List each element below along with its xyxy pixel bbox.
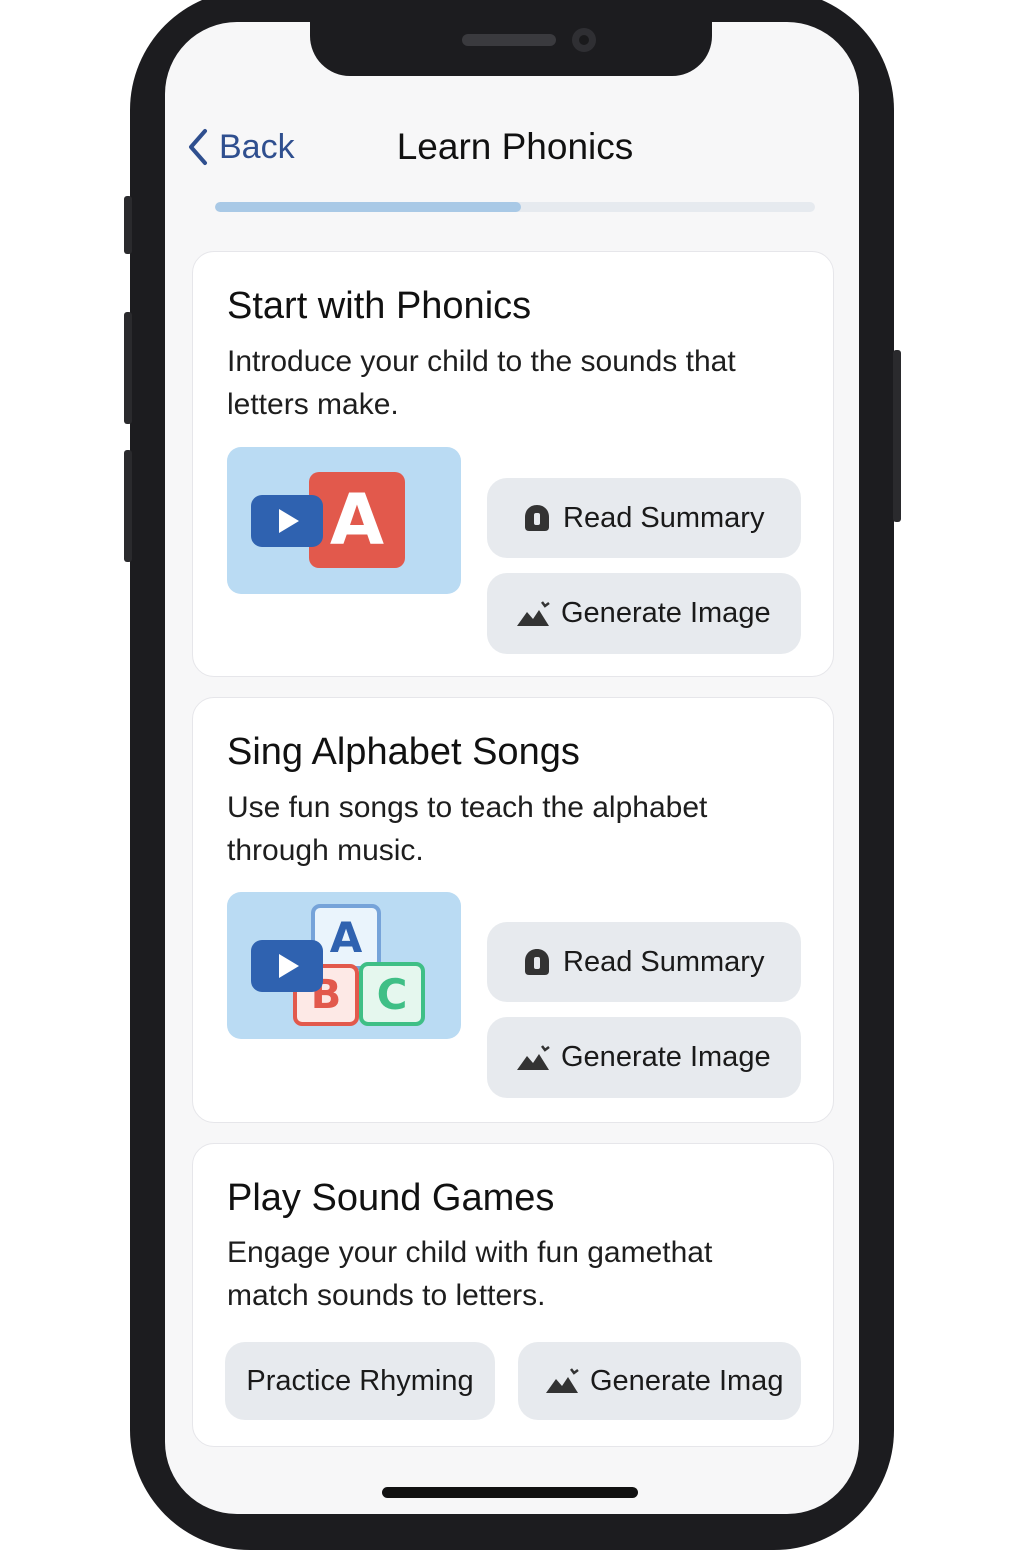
image-icon [538, 1367, 586, 1395]
card-description: Introduce your child to the sounds that … [227, 345, 736, 421]
read-summary-button[interactable]: Read Summary [487, 478, 801, 558]
button-label: Read Summary [563, 945, 765, 978]
letter-block-a: A [309, 472, 405, 568]
button-label: Practice Rhyming [246, 1364, 474, 1397]
chevron-left-icon [189, 129, 207, 165]
card-title: Play Sound Games [227, 1177, 555, 1219]
card-title: Start with Phonics [227, 285, 532, 327]
power-button [893, 350, 901, 522]
generate-image-button[interactable]: Generate Image [487, 573, 801, 654]
lesson-thumbnail[interactable]: A [227, 447, 461, 594]
lesson-card-songs: Sing Alphabet Songs Use fun songs to tea… [192, 697, 834, 1123]
lesson-card-phonics: Start with Phonics Introduce your child … [192, 251, 834, 677]
progress-bar [215, 202, 815, 212]
audio-icon [513, 504, 561, 532]
practice-rhyming-button[interactable]: Practice Rhyming [225, 1342, 495, 1420]
front-camera [572, 28, 596, 52]
button-label: Generate Image [561, 1041, 771, 1073]
button-label: Generate Image [561, 597, 771, 629]
home-indicator[interactable] [382, 1487, 638, 1498]
image-icon [509, 600, 557, 628]
speaker [462, 34, 556, 46]
lesson-card-games: Play Sound Games Engage your child with … [192, 1143, 834, 1447]
card-description: Engage your child with fun gamethat matc… [227, 1236, 713, 1312]
generate-image-button[interactable]: Generate Image [487, 1017, 801, 1098]
back-button[interactable]: Back [185, 122, 295, 172]
notch [310, 0, 712, 76]
play-icon [251, 940, 323, 992]
card-title: Sing Alphabet Songs [227, 731, 580, 773]
button-label: Generate Imag [590, 1364, 784, 1397]
letter-block-c: C [359, 962, 425, 1026]
lesson-thumbnail[interactable]: A B C [227, 892, 461, 1039]
read-summary-button[interactable]: Read Summary [487, 922, 801, 1002]
play-icon [251, 495, 323, 547]
back-label: Back [219, 127, 295, 166]
volume-down-button [124, 450, 132, 562]
mute-switch [124, 196, 132, 254]
audio-icon [513, 948, 561, 976]
generate-image-button[interactable]: Generate Imag [518, 1342, 801, 1420]
volume-up-button [124, 312, 132, 424]
page-title: Learn Phonics [396, 126, 634, 167]
button-label: Read Summary [563, 501, 765, 534]
progress-fill [215, 202, 521, 212]
image-icon [509, 1044, 557, 1072]
card-description: Use fun songs to teach the alphabet thro… [227, 791, 708, 867]
